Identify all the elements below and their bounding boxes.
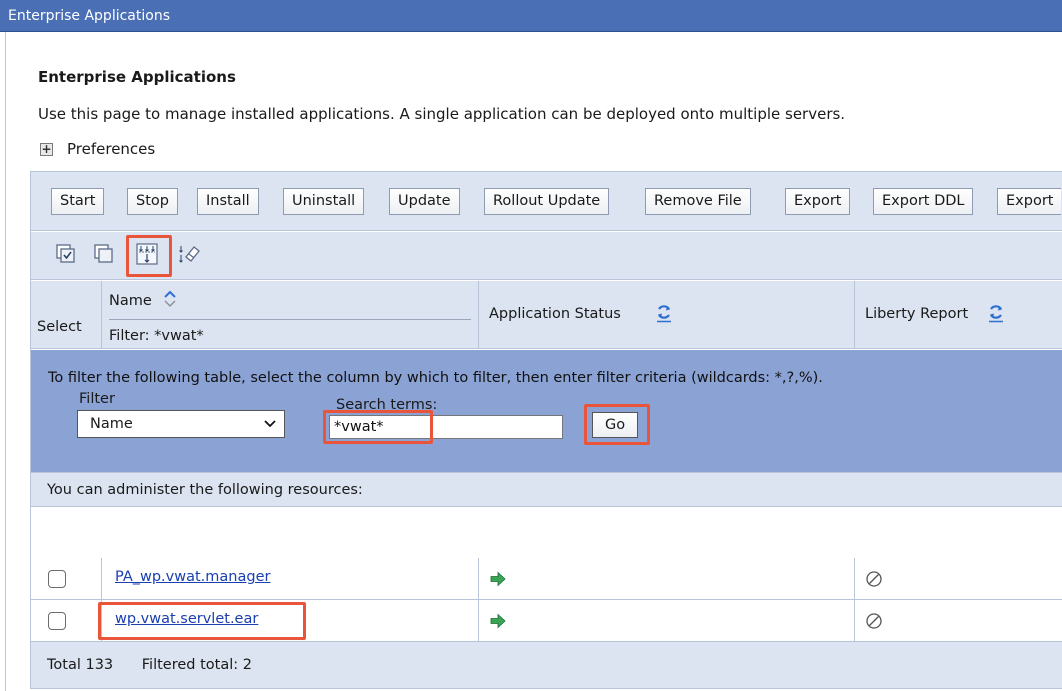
export-button[interactable]: Export — [785, 188, 851, 215]
filter-label: Filter — [79, 391, 115, 407]
status-column-header: Application Status — [479, 281, 855, 349]
row-select-cell — [31, 558, 102, 599]
status-header-label: Application Status — [489, 306, 621, 322]
window-title: Enterprise Applications — [8, 8, 170, 24]
filter-column-select[interactable]: Name — [77, 410, 285, 438]
resources-label-row: You can administer the following resourc… — [31, 473, 1062, 507]
row-status-cell — [479, 558, 855, 599]
go-button-highlight — [584, 404, 650, 445]
row-status-cell — [479, 600, 855, 641]
export-ddl-button[interactable]: Export DDL — [873, 188, 974, 215]
row-liberty-cell — [855, 600, 1062, 641]
sort-icon[interactable] — [163, 289, 177, 313]
total-count: Total 133 — [47, 657, 114, 673]
row-name-cell: PA_wp.vwat.manager — [102, 558, 479, 599]
page-description: Use this page to manage installed applic… — [38, 105, 846, 123]
filtered-total: Filtered total: 2 — [141, 657, 252, 673]
table-icon-bar — [31, 232, 1062, 280]
select-all-icon[interactable] — [53, 241, 79, 267]
name-header-label[interactable]: Name — [109, 293, 152, 309]
filter-panel: To filter the following table, select th… — [31, 350, 1062, 473]
stop-button[interactable]: Stop — [127, 188, 178, 215]
name-column-header[interactable]: Name Filter: *vwat* — [102, 281, 479, 349]
row-checkbox[interactable] — [48, 570, 66, 588]
resources-label: You can administer the following resourc… — [47, 482, 363, 498]
refresh-status-icon[interactable] — [655, 303, 673, 327]
applications-panel: Start Stop Install Uninstall Update Roll… — [30, 171, 1062, 689]
row-select-cell — [31, 600, 102, 641]
liberty-column-header: Liberty Report — [855, 281, 1062, 349]
update-button[interactable]: Update — [389, 188, 460, 215]
action-button-bar: Start Stop Install Uninstall Update Roll… — [31, 172, 1062, 231]
started-arrow-icon — [490, 613, 506, 633]
app-link-highlight — [98, 602, 306, 640]
row-liberty-cell — [855, 558, 1062, 599]
header-divider — [109, 319, 471, 320]
select-header-label: Select — [37, 319, 82, 335]
row-checkbox[interactable] — [48, 612, 66, 630]
install-button[interactable]: Install — [197, 188, 259, 215]
totals-footer: Total 133 Filtered total: 2 — [31, 642, 1062, 688]
export-file-button[interactable]: Export — [997, 188, 1062, 215]
app-link[interactable]: PA_wp.vwat.manager — [115, 569, 270, 585]
start-button[interactable]: Start — [51, 188, 105, 215]
title-bar: Enterprise Applications — [0, 0, 1062, 32]
refresh-liberty-icon[interactable] — [987, 303, 1005, 327]
deselect-all-icon[interactable] — [91, 241, 117, 267]
filter-icon-highlight — [126, 235, 172, 277]
row-name-cell: wp.vwat.servlet.ear — [98, 600, 479, 641]
left-divider — [0, 32, 6, 691]
liberty-header-label: Liberty Report — [865, 306, 969, 322]
not-applicable-icon — [865, 570, 883, 592]
table-row: PA_wp.vwat.manager — [31, 558, 1062, 600]
select-column-header: Select — [31, 281, 102, 349]
preferences-label: Preferences — [67, 140, 156, 158]
page-title: Enterprise Applications — [38, 68, 236, 86]
filter-select-value: Name — [90, 416, 133, 432]
active-filter-label: Filter: *vwat* — [109, 328, 204, 344]
rollout-update-button[interactable]: Rollout Update — [484, 188, 610, 215]
table-row: wp.vwat.servlet.ear — [31, 600, 1062, 642]
not-applicable-icon — [865, 612, 883, 634]
uninstall-button[interactable]: Uninstall — [283, 188, 365, 215]
filter-instructions: To filter the following table, select th… — [48, 370, 823, 386]
preferences-toggle[interactable]: + Preferences — [38, 140, 155, 158]
search-input-highlight — [323, 410, 433, 444]
chevron-down-icon — [264, 411, 276, 446]
expand-plus-icon[interactable]: + — [40, 142, 53, 156]
started-arrow-icon — [490, 571, 506, 591]
clear-filter-icon[interactable] — [177, 241, 203, 267]
remove-file-button[interactable]: Remove File — [645, 188, 751, 215]
